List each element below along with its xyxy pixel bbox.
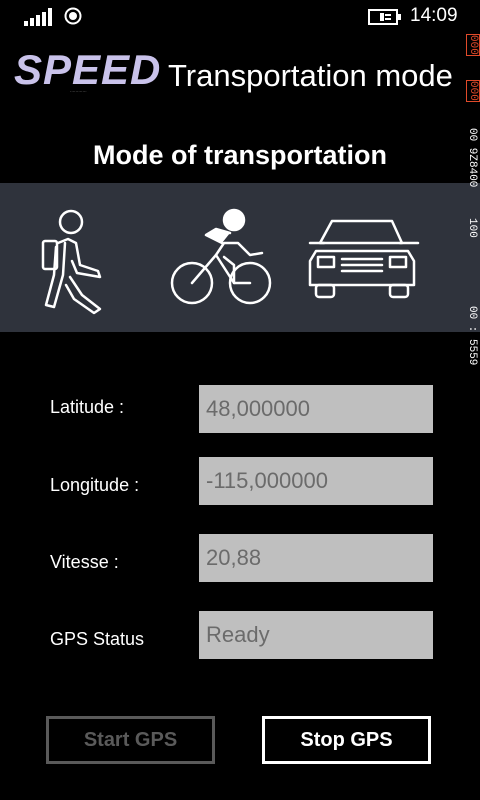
section-title: Mode of transportation bbox=[93, 140, 387, 170]
mode-walk-button[interactable] bbox=[10, 195, 130, 320]
counter-c: 00 9Z8400 bbox=[466, 128, 478, 188]
battery-charging-icon bbox=[368, 9, 401, 25]
counter-e: 00 : 5559 bbox=[466, 306, 478, 366]
latitude-label: Latitude : bbox=[50, 397, 125, 417]
counter-d: 100 bbox=[466, 218, 478, 238]
longitude-field[interactable]: -115,000000 bbox=[199, 457, 433, 505]
status-bar: 14:09 bbox=[0, 0, 480, 34]
page-title: Transportation mode bbox=[168, 58, 453, 93]
mode-car-button[interactable] bbox=[302, 195, 422, 320]
signal-icon bbox=[24, 8, 54, 26]
brand-logo: SPEED bbox=[14, 46, 162, 93]
mode-bike-button[interactable] bbox=[160, 195, 280, 320]
clock: 14:09 bbox=[410, 5, 458, 26]
stop-gps-button[interactable]: Stop GPS bbox=[262, 716, 431, 764]
walking-person-icon bbox=[41, 209, 102, 315]
counter-a: 000 bbox=[466, 34, 480, 56]
car-icon bbox=[308, 219, 420, 299]
frame-rate-counters: 000 000 00 9Z8400 100 00 : 5559 bbox=[466, 32, 480, 392]
brand-subtitle: ............ bbox=[70, 88, 87, 94]
start-gps-button[interactable]: Start GPS bbox=[46, 716, 215, 764]
mode-selector bbox=[0, 183, 480, 332]
speed-label: Vitesse : bbox=[50, 552, 119, 572]
gps-status-field[interactable]: Ready bbox=[199, 611, 433, 659]
gps-status-label: GPS Status bbox=[50, 629, 145, 649]
speed-field[interactable]: 20,88 bbox=[199, 534, 433, 582]
cyclist-icon bbox=[170, 208, 272, 305]
counter-b: 000 bbox=[466, 80, 480, 102]
wifi-icon bbox=[64, 7, 82, 25]
longitude-label: Longitude : bbox=[50, 475, 140, 495]
latitude-field[interactable]: 48,000000 bbox=[199, 385, 433, 433]
